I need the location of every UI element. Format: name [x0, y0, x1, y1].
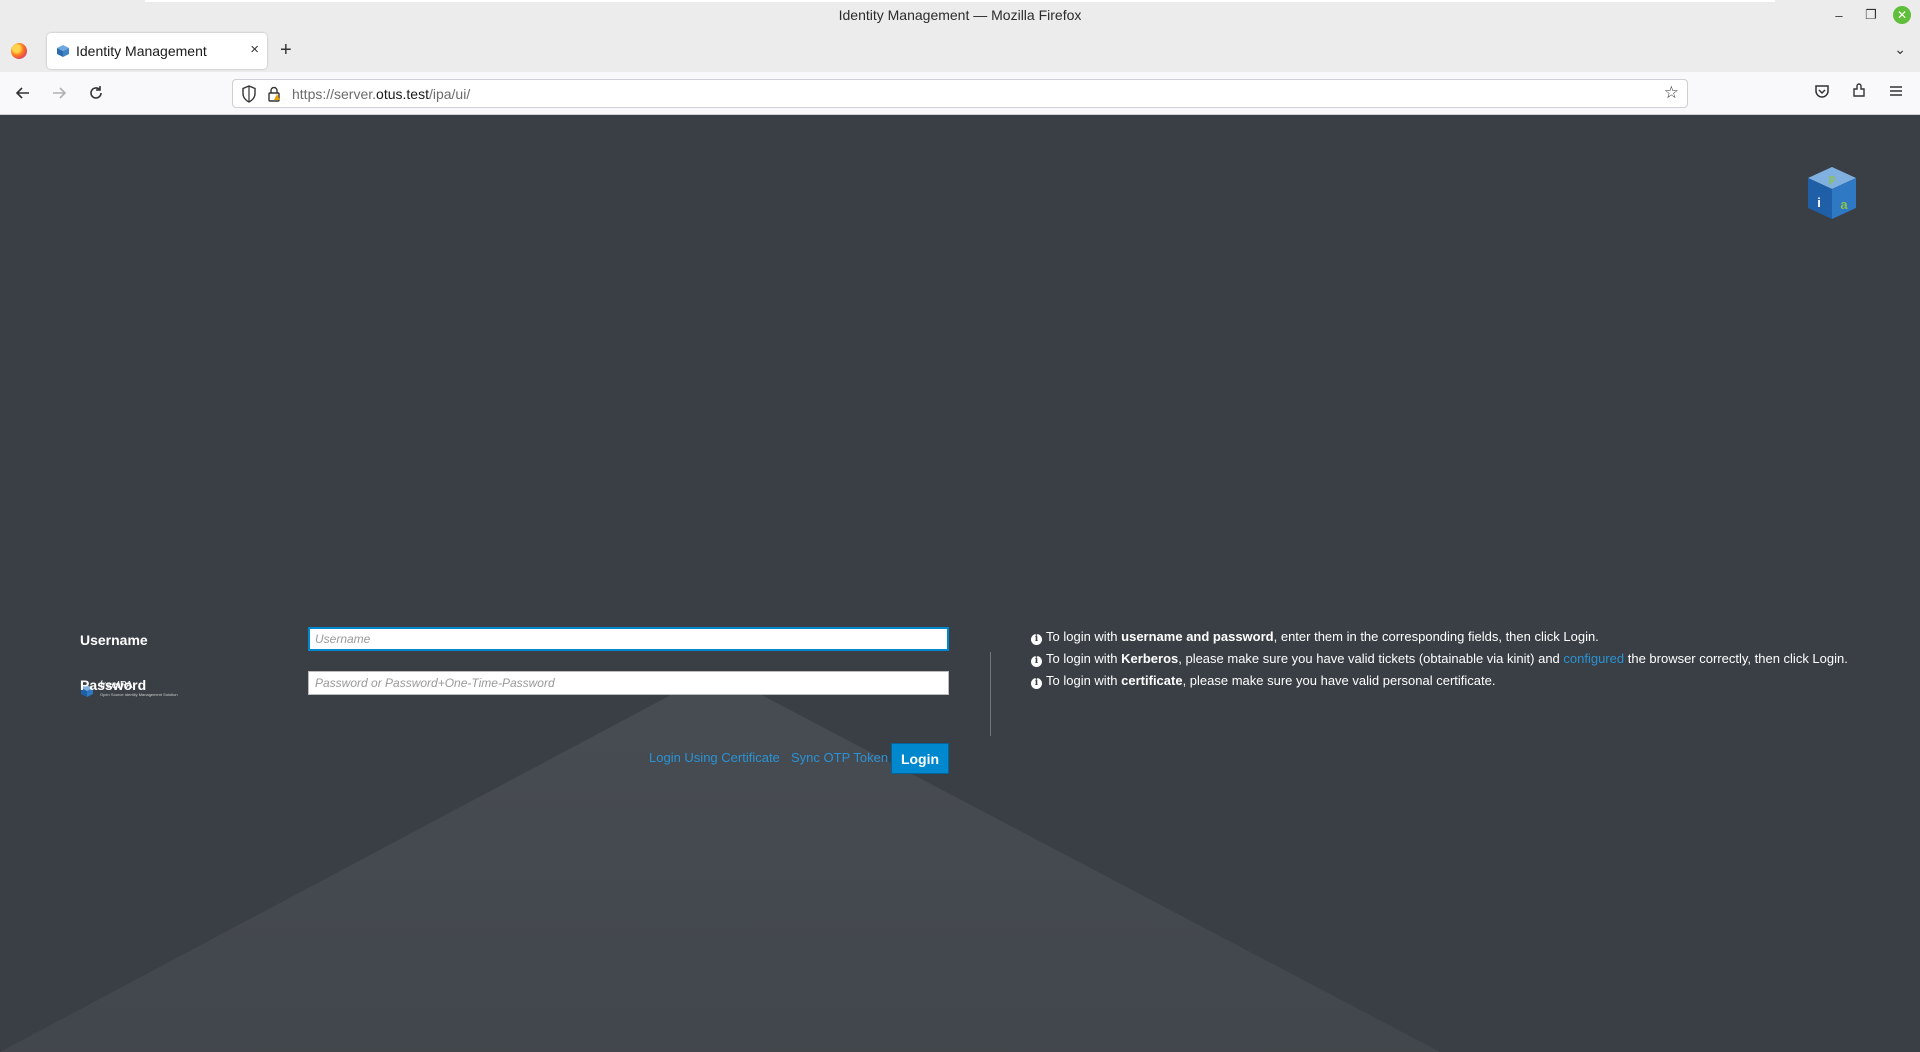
- firefox-icon[interactable]: [11, 43, 27, 59]
- tab-identity-management[interactable]: Identity Management ×: [47, 33, 267, 69]
- form-divider: [990, 652, 991, 736]
- tracking-protection-shield-icon[interactable]: [241, 85, 257, 103]
- login-page: p i a freeIPA Open Source Identity Manag…: [0, 115, 1920, 1052]
- titlebar-highlight: [145, 0, 1775, 2]
- svg-text:a: a: [1840, 197, 1848, 212]
- window-titlebar: Identity Management — Mozilla Firefox – …: [0, 0, 1920, 30]
- help-line-kerberos: i To login with Kerberos, please make sur…: [1031, 651, 1848, 667]
- lock-warning-icon[interactable]: [267, 86, 281, 102]
- login-using-certificate-link[interactable]: Login Using Certificate: [649, 750, 780, 765]
- url-text: https://server.otus.test/ipa/ui/: [292, 86, 471, 102]
- configured-link[interactable]: configured: [1563, 651, 1624, 666]
- info-icon: i: [1031, 678, 1042, 689]
- list-all-tabs-icon[interactable]: ⌄: [1894, 41, 1906, 58]
- tab-label: Identity Management: [76, 43, 207, 59]
- username-label: Username: [80, 632, 148, 648]
- password-input[interactable]: [308, 671, 949, 695]
- app-menu-icon[interactable]: [1888, 83, 1904, 103]
- help-line-username: i To login with username and password, en…: [1031, 629, 1599, 645]
- extensions-icon[interactable]: [1851, 83, 1867, 103]
- tab-bar: Identity Management × + ⌄: [0, 30, 1920, 72]
- back-icon[interactable]: [12, 82, 34, 104]
- sync-otp-token-link[interactable]: Sync OTP Token: [791, 750, 888, 765]
- username-input[interactable]: [308, 627, 949, 651]
- close-window-icon[interactable]: ✕: [1893, 6, 1911, 24]
- bookmark-star-icon[interactable]: ☆: [1664, 83, 1679, 103]
- navigation-bar: https://server.otus.test/ipa/ui/ ☆: [0, 72, 1920, 115]
- info-icon: i: [1031, 656, 1042, 667]
- help-line-certificate: i To login with certificate, please make …: [1031, 673, 1495, 689]
- background-triangle-shape: [0, 671, 1440, 1052]
- freeipa-cube-logo-icon: p i a: [1808, 167, 1856, 219]
- tab-close-icon[interactable]: ×: [250, 41, 259, 58]
- new-tab-icon[interactable]: +: [280, 39, 292, 62]
- login-button[interactable]: Login: [891, 743, 949, 774]
- svg-text:p: p: [1829, 173, 1836, 185]
- restore-icon[interactable]: ❐: [1862, 6, 1880, 24]
- pocket-icon[interactable]: [1814, 83, 1830, 103]
- freeipa-favicon-icon: [57, 45, 69, 57]
- minimize-icon[interactable]: –: [1830, 6, 1848, 24]
- svg-text:i: i: [1817, 195, 1821, 210]
- address-bar[interactable]: https://server.otus.test/ipa/ui/ ☆: [232, 79, 1688, 108]
- forward-icon[interactable]: [48, 82, 70, 104]
- window-title: Identity Management — Mozilla Firefox: [838, 7, 1082, 23]
- password-label: Password: [80, 677, 147, 693]
- reload-icon[interactable]: [85, 82, 107, 104]
- info-icon: i: [1031, 634, 1042, 645]
